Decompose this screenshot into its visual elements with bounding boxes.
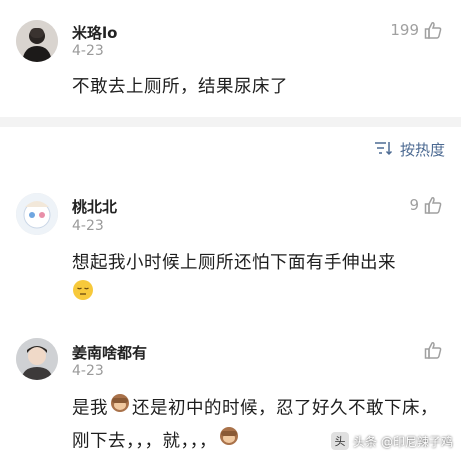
section-separator [0, 117, 461, 127]
watermark-text: @印尼辣子鸡 [380, 434, 453, 449]
comment-1: 米珞lo 4-23 199 不敢去上厕所，结果尿床了 [0, 0, 461, 117]
thumbs-up-icon [423, 195, 443, 215]
comment-date: 4-23 [72, 43, 104, 59]
sort-by-hot-button[interactable]: 按热度 [374, 139, 445, 160]
username[interactable]: 桃北北 [72, 196, 117, 217]
watermark-prefix: 头条 [352, 434, 377, 449]
username[interactable]: 姜南啥都有 [72, 342, 147, 363]
comment-2: 桃北北 4-23 9 想起我小时候上厕所还怕下面有手伸出来 [0, 185, 461, 325]
comment-text: 想起我小时候上厕所还怕下面有手伸出来 [72, 248, 443, 312]
comment-date: 4-23 [72, 218, 104, 234]
like-button[interactable] [423, 340, 443, 360]
sleepy-face-emoji-icon [72, 279, 94, 312]
see-no-evil-monkey-icon [217, 425, 241, 458]
comment-text-part1: 是我 [72, 398, 108, 419]
avatar[interactable] [16, 338, 58, 380]
sort-lines-icon [374, 140, 394, 160]
see-no-evil-monkey-icon [108, 392, 132, 425]
like-count: 9 [409, 196, 419, 214]
comment-text-content: 想起我小时候上厕所还怕下面有手伸出来 [72, 253, 396, 273]
thumbs-up-icon [423, 340, 443, 360]
like-button[interactable]: 9 [409, 195, 443, 215]
like-button[interactable]: 199 [390, 20, 443, 40]
like-count: 199 [390, 21, 419, 39]
comment-text: 不敢去上厕所，结果尿床了 [72, 77, 288, 97]
sort-label: 按热度 [399, 141, 445, 159]
watermark: 头 头条 @印尼辣子鸡 [330, 432, 453, 450]
thumbs-up-icon [423, 20, 443, 40]
toutiao-logo-icon: 头 [330, 432, 349, 450]
avatar[interactable] [16, 20, 58, 62]
username[interactable]: 米珞lo [72, 22, 117, 43]
avatar[interactable] [16, 193, 58, 235]
comment-date: 4-23 [72, 363, 104, 379]
